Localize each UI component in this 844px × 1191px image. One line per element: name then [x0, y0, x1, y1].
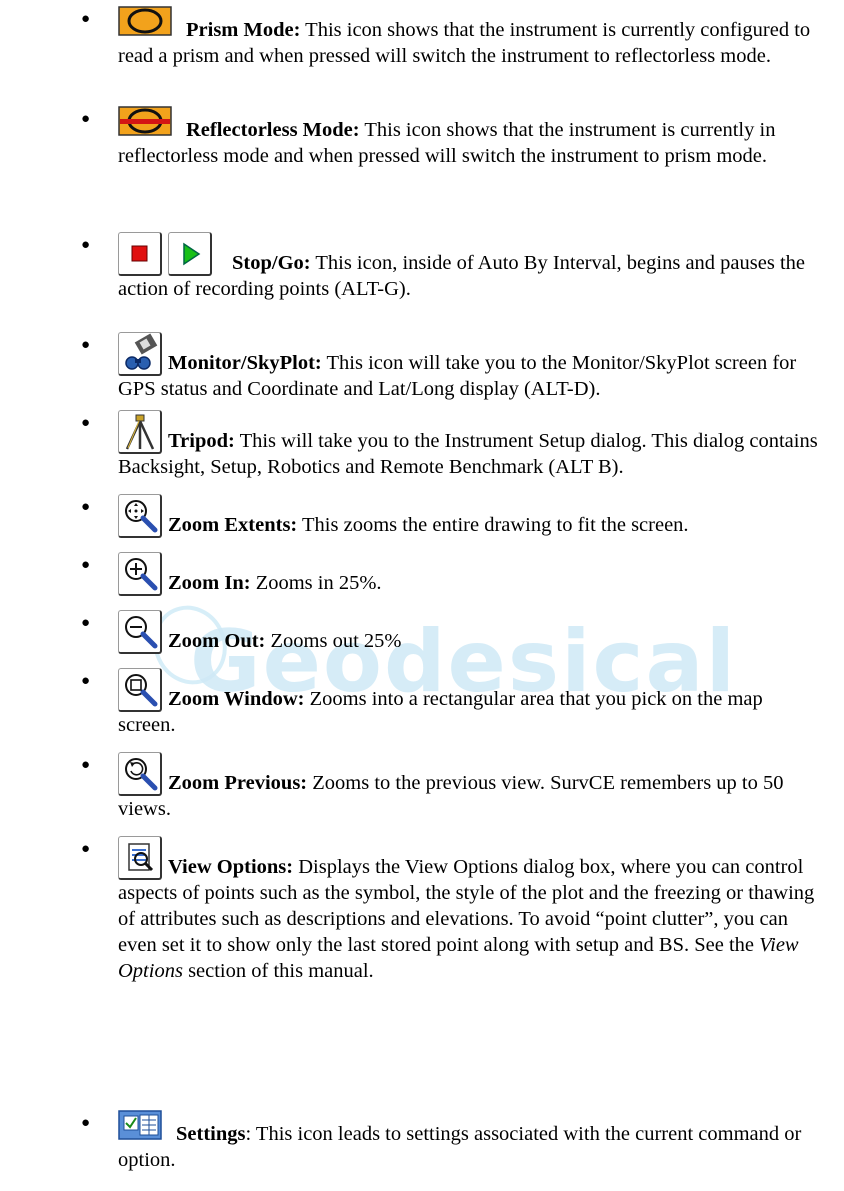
bullet: ● [81, 841, 91, 857]
bullet: ● [81, 557, 91, 573]
list-item: ● Zoom Window: Zooms into a rectangular … [81, 668, 824, 738]
reflectorless-mode-icon[interactable] [118, 106, 172, 143]
zoom-previous-icon[interactable] [118, 752, 162, 796]
item-term: Prism Mode: [186, 19, 301, 41]
view-options-icon[interactable] [118, 836, 162, 880]
prism-mode-icon[interactable] [118, 6, 172, 43]
item-text: This zooms the entire drawing to fit the… [297, 514, 689, 536]
bullet: ● [81, 1115, 91, 1131]
item-term: Settings [176, 1123, 246, 1145]
list-item: ● Settings: This icon leads to settings … [81, 1110, 824, 1173]
zoom-in-icon[interactable] [118, 552, 162, 596]
item-term: Monitor/SkyPlot: [168, 352, 322, 374]
tripod-icon[interactable] [118, 410, 162, 454]
item-term: Zoom Out: [168, 630, 266, 652]
item-term: Stop/Go: [232, 252, 311, 274]
bullet: ● [81, 11, 91, 27]
item-text: Zooms in 25%. [250, 572, 382, 594]
list-item: ● Zoom Previous: Zooms to the previous v… [81, 752, 824, 822]
item-term: Zoom Extents: [168, 514, 298, 536]
list-item: ● Zoom Extents: This zooms the entire dr… [81, 494, 824, 538]
list-item: ● View Options: Displays the View Option… [81, 836, 824, 984]
zoom-extents-icon[interactable] [118, 494, 162, 538]
stop-go-icons [118, 232, 218, 276]
item-text: section of this manual. [182, 960, 374, 982]
item-term: Zoom Window: [168, 688, 305, 710]
settings-icon[interactable] [118, 1110, 162, 1147]
list-item: ● Zoom In: Zooms in 25%. [81, 552, 824, 596]
go-button[interactable] [168, 232, 212, 276]
bullet: ● [81, 615, 91, 631]
item-term: Zoom In: [168, 572, 251, 594]
item-term: Zoom Previous: [168, 772, 308, 794]
monitor-skyplot-icon[interactable] [118, 332, 162, 376]
bullet: ● [81, 499, 91, 515]
item-term: Reflectorless Mode: [186, 119, 360, 141]
item-term: View Options: [168, 856, 294, 878]
list-item: ● Reflectorless Mode: This icon shows th… [81, 106, 824, 169]
list-item: ● Stop/Go: This icon, inside of Auto By … [81, 232, 824, 302]
list-item: ● Tripod: This will take you to the Inst… [81, 410, 824, 480]
zoom-window-icon[interactable] [118, 668, 162, 712]
bullet: ● [81, 111, 91, 127]
item-term: Tripod: [168, 430, 235, 452]
bullet: ● [81, 337, 91, 353]
stop-button[interactable] [118, 232, 162, 276]
bullet: ● [81, 415, 91, 431]
list-item: ● Prism Mode: This icon shows that the i… [81, 6, 824, 69]
bullet: ● [81, 757, 91, 773]
list-item: ● Monitor/SkyPlot: This icon will take y… [81, 332, 824, 402]
bullet: ● [81, 673, 91, 689]
list-item: ● Zoom Out: Zooms out 25% [81, 610, 824, 654]
zoom-out-icon[interactable] [118, 610, 162, 654]
item-text: Zooms out 25% [265, 630, 402, 652]
item-text: This icon, inside of Auto By Interval, b… [118, 252, 806, 300]
bullet: ● [81, 237, 91, 253]
